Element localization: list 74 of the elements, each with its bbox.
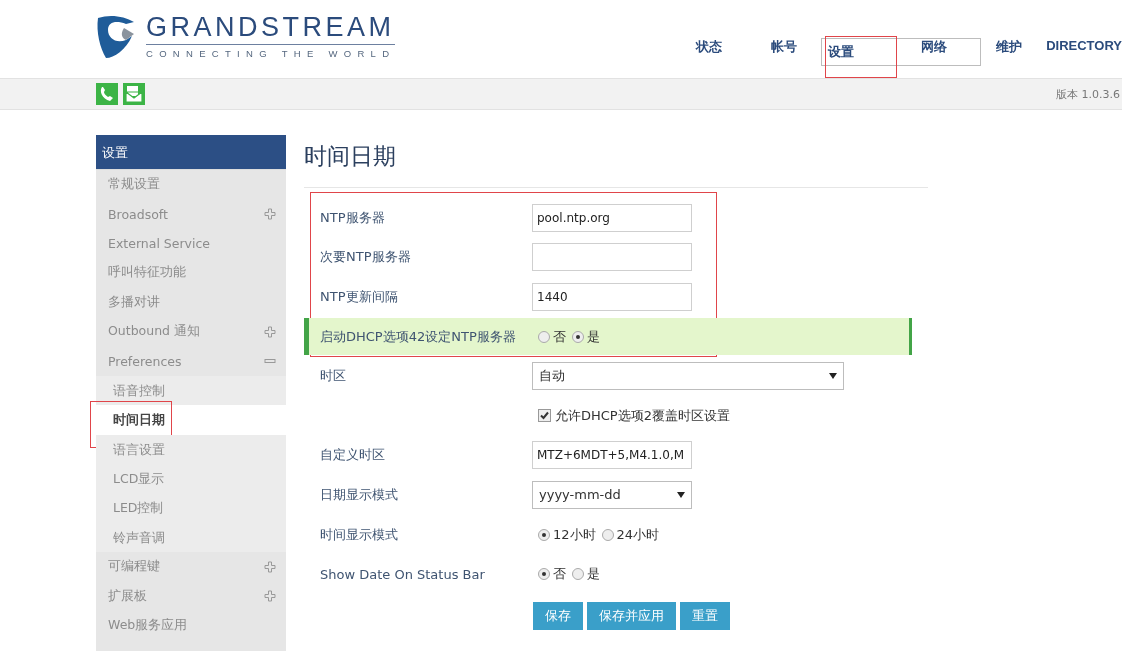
logo-icon (96, 13, 136, 58)
field-label: NTP更新间隔 (320, 289, 398, 304)
dropdown[interactable]: 自动 (532, 362, 844, 391)
brand-name: GRANDSTREAM (146, 12, 396, 45)
version-text: 版本 1.0.3.6 (1056, 86, 1120, 102)
sidebar-subitem[interactable]: 语言设置 (96, 434, 286, 464)
sidebar-subitem[interactable]: 语音控制 (96, 375, 286, 406)
phone-icon[interactable] (96, 83, 118, 105)
expand-icon[interactable] (264, 325, 276, 338)
input-field[interactable]: pool.ntp.org (532, 203, 692, 232)
sidebar-item[interactable]: 常规设置 (96, 170, 286, 200)
sidebar-item-label: 可编程键 (108, 558, 160, 576)
nav-tab[interactable]: DIRECTORY (1046, 38, 1122, 58)
radio-button[interactable] (538, 568, 550, 581)
field-label: 启动DHCP选项42设定NTP服务器 (320, 328, 516, 344)
sidebar-subitem[interactable]: LCD显示 (96, 463, 286, 494)
radio-button[interactable] (601, 528, 614, 541)
sidebar-item-label: Outbound 通知 (108, 323, 200, 341)
sidebar-item-label: 多播对讲 (108, 293, 160, 311)
sidebar-item[interactable]: Preferences (96, 346, 286, 376)
radio-label: 否 (553, 565, 566, 584)
radio-label: 24小时 (616, 525, 660, 544)
field-label: Show Date On Status Bar (320, 566, 485, 582)
caret-icon (829, 373, 837, 380)
sidebar-item[interactable]: 可编程键 (96, 552, 286, 582)
nav-tab[interactable]: 网络 (896, 38, 972, 58)
sidebar-item-label: Broadsoft (108, 206, 168, 222)
input-field[interactable] (532, 243, 692, 272)
sidebar-subitem[interactable]: 铃声音调 (96, 522, 286, 553)
form-button[interactable]: 保存并应用 (587, 601, 676, 630)
nav-tab[interactable]: 状态 (671, 38, 747, 58)
field-label: 时区 (320, 368, 346, 384)
sidebar-item-label: 扩展板 (108, 587, 147, 605)
field-label: 时间显示模式 (320, 526, 398, 542)
field-label: 自定义时区 (320, 447, 385, 463)
expand-icon[interactable] (264, 590, 276, 603)
radio-label: 12小时 (553, 525, 596, 544)
sidebar-subitem[interactable]: 时间日期 (96, 405, 286, 435)
sidebar-item[interactable]: Outbound 通知 (96, 316, 286, 347)
radio-button[interactable] (538, 528, 550, 541)
sidebar-item[interactable]: External Service (96, 228, 286, 259)
form-button[interactable]: 重置 (680, 601, 730, 630)
radio-label: 是 (587, 565, 600, 584)
sidebar-item-label: Web服务应用 (108, 617, 188, 635)
radio-button[interactable] (572, 568, 584, 581)
sidebar-subitem[interactable]: LED控制 (96, 493, 286, 523)
radio-label: 是 (587, 327, 600, 346)
sidebar-item[interactable]: Broadsoft (96, 199, 286, 229)
field-label: NTP服务器 (320, 209, 385, 225)
checkbox-label: 允许DHCP选项2覆盖时区设置 (555, 406, 730, 425)
sidebar-item-label: 呼叫特征功能 (108, 264, 186, 282)
page-title: 时间日期 (304, 142, 397, 171)
form-button[interactable]: 保存 (533, 601, 583, 630)
field-label: 日期显示模式 (320, 486, 398, 502)
radio-label: 否 (553, 327, 566, 346)
sidebar-item[interactable]: 扩展板 (96, 581, 286, 611)
sidebar-item-label: External Service (108, 235, 211, 251)
field-label: 次要NTP服务器 (320, 249, 411, 265)
nav-tab[interactable]: 帐号 (746, 38, 822, 58)
dropdown[interactable]: yyyy-mm-dd (532, 480, 692, 509)
sidebar-item[interactable]: Web服务应用 (96, 610, 286, 641)
expand-icon[interactable] (264, 208, 276, 221)
input-field[interactable]: 1440 (532, 283, 692, 311)
checkbox[interactable] (538, 409, 551, 423)
brand-tagline: CONNECTING THE WORLD (146, 48, 396, 59)
caret-icon (677, 491, 685, 498)
sidebar-item-label: Preferences (108, 353, 182, 369)
input-field[interactable]: MTZ+6MDT+5,M4.1.0,M (532, 441, 692, 470)
expand-icon[interactable] (264, 560, 276, 573)
sidebar-title: 设置 (96, 135, 286, 170)
mail-icon[interactable] (123, 83, 145, 105)
sidebar-item[interactable]: 呼叫特征功能 (96, 258, 286, 288)
sidebar-item[interactable]: 多播对讲 (96, 287, 286, 317)
sidebar-item-label: 常规设置 (108, 176, 160, 194)
